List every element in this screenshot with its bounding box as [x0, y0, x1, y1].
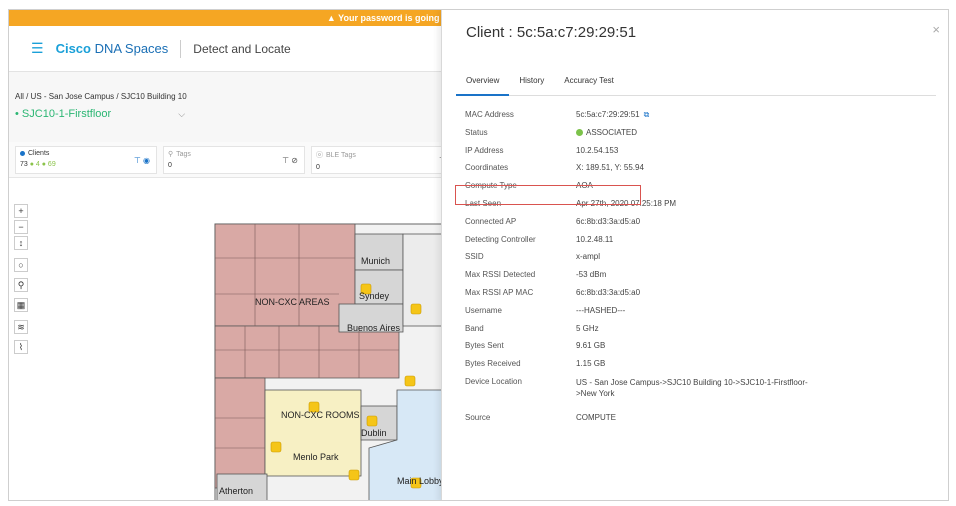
room-label[interactable]: Main Lobby — [397, 476, 444, 486]
property-row: IP Address 10.2.54.153 — [465, 146, 935, 164]
filter-visible-icon[interactable]: ⊤ ◉ — [134, 156, 150, 165]
property-row: MAC Address 5c:5a:c7:29:29:51 ⧉ — [465, 110, 935, 128]
property-label: Device Location — [465, 376, 522, 386]
tag-icon: ⚲ — [168, 151, 174, 158]
filter-count: 0 — [316, 164, 320, 171]
app-title: Detect and Locate — [193, 41, 291, 56]
breadcrumb[interactable]: All / US - San Jose Campus / SJC10 Build… — [15, 92, 187, 101]
client-details-panel: Client : 5c:5a:c7:29:29:51 × Overview Hi… — [441, 10, 948, 500]
property-value: 6c:8b:d3:3a:d5:a0 — [576, 287, 641, 297]
property-row: Connected AP 6c:8b:d3:3a:d5:a0 — [465, 217, 935, 235]
client-properties: MAC Address 5c:5a:c7:29:29:51 ⧉ Status ASSO… — [465, 110, 935, 431]
app-window: ▲ Your password is going t ☰ Cisco DNA S… — [8, 9, 949, 501]
floor-map[interactable]: + − ↕ ○ ⚲ ▦ ≋ ⌇ Munich Syndey NON-CXC AR… — [9, 178, 449, 500]
tab-history[interactable]: History — [509, 72, 554, 96]
property-value: 9.61 GB — [576, 341, 606, 351]
ble-icon: ⓞ — [316, 152, 323, 159]
room-label[interactable]: NON-CXC ROOMS — [281, 410, 360, 420]
floor-status-dot: • — [15, 108, 19, 120]
property-row: Max RSSI AP MAC 6c:8b:d3:3a:d5:a0 — [465, 288, 935, 306]
property-row: Device Location US - San Jose Campus->SJC… — [465, 377, 935, 413]
filter-label: Clients — [28, 150, 50, 157]
hamburger-icon[interactable]: ☰ — [31, 40, 44, 57]
property-value: 10.2.48.11 — [576, 234, 614, 244]
property-row: Source COMPUTE — [465, 413, 935, 431]
property-label: IP Address — [465, 145, 504, 155]
property-label: Username — [465, 305, 502, 315]
property-label: Max RSSI Detected — [465, 270, 536, 280]
room-label[interactable]: Munich — [361, 256, 390, 266]
property-row: Band 5 GHz — [465, 324, 935, 342]
divider — [180, 39, 182, 58]
property-value: x-ampl — [576, 252, 601, 262]
property-label: Bytes Received — [465, 359, 521, 369]
close-icon[interactable]: × — [932, 22, 940, 37]
copy-icon[interactable]: ⧉ — [644, 110, 650, 119]
status-dot-icon — [576, 128, 583, 136]
filter-bar: Clients 73 ● 4 ● 69 ⊤ ◉ ⚲ Tags 0 ⊤ ⊘ ⓞ BLE… — [9, 142, 453, 178]
property-value: 10.2.54.153 — [576, 145, 619, 155]
ble-tags-filter[interactable]: ⓞBLE Tags 0 ⊤ — [311, 146, 453, 174]
filter-hidden-icon[interactable]: ⊤ ⊘ — [282, 156, 298, 165]
property-label: Status — [465, 127, 488, 137]
floor-name: SJC10-1-Firstfloor — [21, 108, 112, 120]
property-value: -53 dBm — [576, 270, 607, 280]
filter-label: BLE Tags — [326, 151, 356, 159]
room-label[interactable]: Syndey — [359, 291, 390, 301]
property-row: Bytes Sent 9.61 GB — [465, 341, 935, 359]
room-label[interactable]: NON-CXC AREAS — [255, 297, 330, 307]
tab-accuracy-test[interactable]: Accuracy Test — [554, 72, 624, 96]
location-header: All / US - San Jose Campus / SJC10 Build… — [9, 72, 449, 142]
property-value: 6c:8b:d3:3a:d5:a0 — [576, 216, 641, 226]
chevron-down-icon: ⌵ — [178, 109, 186, 119]
property-value: 5 GHz — [576, 323, 599, 333]
room-label[interactable]: Atherton — [219, 486, 253, 496]
property-label: Coordinates — [465, 163, 509, 173]
property-row: Status ASSOCIATED — [465, 128, 935, 146]
property-label: Max RSSI AP MAC — [465, 287, 534, 297]
filter-count: 73 — [20, 161, 28, 168]
floor-selector[interactable]: • SJC10-1-Firstfloor ⌵ — [15, 108, 185, 120]
property-row: SSID x-ampl — [465, 252, 935, 270]
property-value: ---HASHED--- — [576, 305, 626, 315]
property-value: 1.15 GB — [576, 359, 606, 369]
status-badge: ASSOCIATED — [586, 127, 637, 137]
room-label[interactable]: Menlo Park — [293, 452, 339, 462]
panel-tabs: Overview History Accuracy Test — [456, 72, 936, 96]
top-bar: ☰ Cisco DNA Spaces Detect and Locate — [9, 26, 449, 72]
property-label: Band — [465, 323, 484, 333]
property-row: Detecting Controller 10.2.48.11 — [465, 235, 935, 253]
room-label[interactable]: Buenos Aires — [347, 323, 401, 333]
property-value: 5c:5a:c7:29:29:51 — [576, 110, 640, 119]
property-row: Bytes Received 1.15 GB — [465, 359, 935, 377]
clients-filter[interactable]: Clients 73 ● 4 ● 69 ⊤ ◉ — [15, 146, 157, 174]
filter-label: Tags — [176, 150, 191, 158]
property-value: COMPUTE — [576, 412, 616, 422]
panel-title: Client : 5c:5a:c7:29:29:51 — [466, 24, 637, 41]
property-row: Coordinates X: 189.51, Y: 55.94 — [465, 163, 935, 181]
property-label: Source — [465, 412, 491, 422]
property-label: Connected AP — [465, 216, 517, 226]
property-row: Username ---HASHED--- — [465, 306, 935, 324]
filter-count: 0 — [168, 162, 172, 169]
property-label: SSID — [465, 252, 484, 262]
password-warning-banner[interactable]: ▲ Your password is going t — [9, 10, 449, 26]
property-row: Max RSSI Detected -53 dBm — [465, 270, 935, 288]
property-label: Detecting Controller — [465, 234, 536, 244]
property-value: X: 189.51, Y: 55.94 — [576, 163, 644, 173]
clients-dot-icon — [20, 151, 25, 156]
floor-plan: Munich Syndey NON-CXC AREAS Buenos Aires… — [214, 223, 446, 500]
compute-type-highlight — [455, 185, 641, 205]
property-label: MAC Address — [465, 110, 514, 119]
property-value: US - San Jose Campus->SJC10 Building 10-… — [576, 377, 808, 398]
room-label[interactable]: Dublin — [361, 428, 387, 438]
tags-filter[interactable]: ⚲ Tags 0 ⊤ ⊘ — [163, 146, 305, 174]
filter-badges: ● 4 ● 69 — [29, 161, 56, 168]
tab-overview[interactable]: Overview — [456, 72, 510, 96]
brand-logo[interactable]: Cisco DNA Spaces — [56, 41, 169, 56]
property-label: Bytes Sent — [465, 341, 504, 351]
